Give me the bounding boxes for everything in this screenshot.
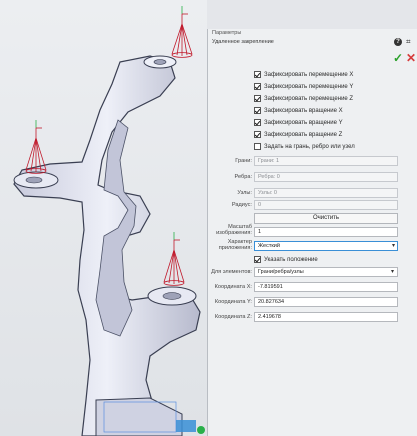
- for-elements-value: Грани/ребра/узлы: [258, 269, 304, 275]
- radius-label: Радиус:: [231, 202, 252, 208]
- checkbox-box[interactable]: [254, 131, 261, 138]
- edges-label: Ребра:: [234, 174, 252, 180]
- checkbox-set-on-face[interactable]: Задать на грань, ребро или узел: [254, 143, 355, 150]
- scale-label-2: изображения:: [216, 230, 252, 236]
- coord-x-label: Координата X:: [214, 284, 252, 290]
- checkbox-label: Зафиксировать вращение Z: [264, 131, 343, 138]
- for-elements-select[interactable]: Грани/ребра/узлы ▾: [254, 267, 398, 277]
- chevron-down-icon[interactable]: ▾: [392, 242, 395, 250]
- attachment-label-2: приложения:: [218, 245, 252, 251]
- radius-field: 0: [254, 200, 398, 210]
- faces-field: Грани: 1: [254, 156, 398, 166]
- checkbox-fix-rot-y[interactable]: Зафиксировать вращение Y: [254, 119, 343, 126]
- checkbox-label: Указать положение: [264, 256, 318, 263]
- checkbox-show-position[interactable]: Указать положение: [254, 256, 318, 263]
- checkbox-label: Зафиксировать перемещение Z: [264, 95, 354, 102]
- checkbox-box[interactable]: [254, 95, 261, 102]
- checkbox-fix-move-x[interactable]: Зафиксировать перемещение X: [254, 71, 353, 78]
- checkbox-label: Зафиксировать вращение Y: [264, 119, 343, 126]
- cancel-icon[interactable]: ✕: [406, 51, 416, 65]
- help-icon[interactable]: ?: [394, 38, 402, 46]
- scale-input[interactable]: 1: [254, 227, 398, 237]
- coord-x-input[interactable]: -7.819591: [254, 282, 398, 292]
- panel-title: Параметры: [212, 30, 242, 36]
- checkbox-box[interactable]: [254, 143, 261, 150]
- coord-z-label: Координата Z:: [214, 314, 252, 320]
- 3d-viewport[interactable]: [0, 0, 207, 436]
- parameters-panel: Параметры Удаленное закрепление ? ⌗ ✓ ✕ …: [207, 29, 417, 436]
- pin-icon[interactable]: ⌗: [406, 37, 411, 47]
- edges-field: Ребра: 0: [254, 172, 398, 182]
- coord-y-input[interactable]: 20.827634: [254, 297, 398, 307]
- checkbox-fix-move-z[interactable]: Зафиксировать перемещение Z: [254, 95, 353, 102]
- constraint-marker-top: [171, 14, 193, 58]
- checkbox-box[interactable]: [254, 71, 261, 78]
- ok-icon[interactable]: ✓: [393, 51, 403, 65]
- chevron-down-icon[interactable]: ▾: [391, 268, 394, 276]
- clear-button[interactable]: Очистить: [254, 213, 398, 224]
- nodes-label: Узлы:: [237, 190, 252, 196]
- faces-label: Грани:: [235, 158, 252, 164]
- checkbox-box[interactable]: [254, 83, 261, 90]
- checkbox-fix-rot-z[interactable]: Зафиксировать вращение Z: [254, 131, 342, 138]
- attachment-value: Жесткий: [258, 243, 280, 249]
- attachment-select[interactable]: Жесткий ▾: [254, 241, 398, 251]
- part-model[interactable]: [0, 0, 207, 436]
- checkbox-fix-move-y[interactable]: Зафиксировать перемещение Y: [254, 83, 353, 90]
- nodes-field: Узлы: 0: [254, 188, 398, 198]
- checkbox-label: Зафиксировать перемещение X: [264, 71, 354, 78]
- panel-subtitle: Удаленное закрепление: [212, 39, 274, 45]
- coord-y-label: Координата Y:: [214, 299, 252, 305]
- checkbox-box[interactable]: [254, 107, 261, 114]
- checkbox-label: Зафиксировать вращение X: [264, 107, 343, 114]
- checkbox-box[interactable]: [254, 119, 261, 126]
- for-elements-label: Для элементов:: [211, 269, 252, 275]
- checkbox-box[interactable]: [254, 256, 261, 263]
- checkbox-label: Зафиксировать перемещение Y: [264, 83, 354, 90]
- checkbox-label: Задать на грань, ребро или узел: [264, 143, 355, 150]
- coord-z-input[interactable]: 2.419678: [254, 312, 398, 322]
- checkbox-fix-rot-x[interactable]: Зафиксировать вращение X: [254, 107, 343, 114]
- constraint-marker-right: [163, 240, 185, 286]
